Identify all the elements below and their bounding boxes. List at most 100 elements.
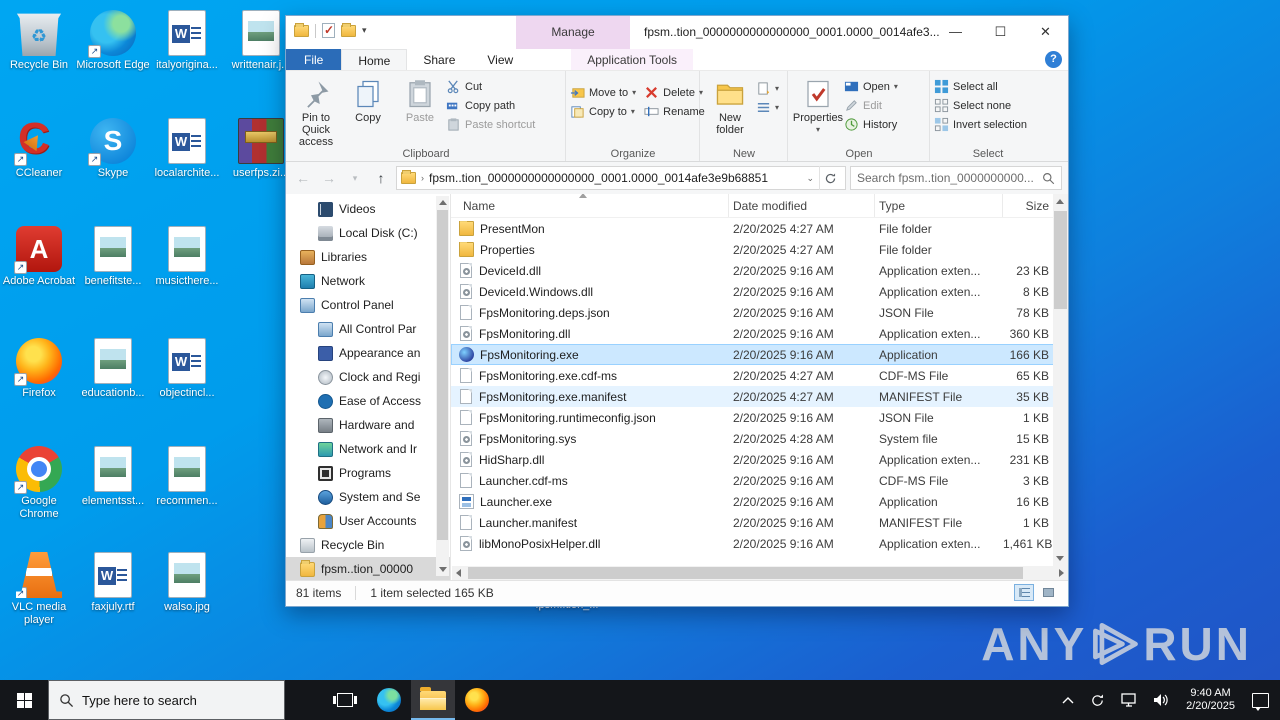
sidebar-item-clock-and-regi[interactable]: Clock and Regi (286, 365, 450, 389)
file-row-hidsharp-dll[interactable]: HidSharp.dll 2/20/2025 9:16 AM Application… (451, 449, 1068, 470)
paste-shortcut-button[interactable]: Paste shortcut (446, 117, 535, 132)
invert-selection-button[interactable]: Invert selection (934, 117, 1027, 132)
column-type[interactable]: Type (875, 194, 1003, 217)
pin-to-quick-access-button[interactable]: Pin to Quick access (290, 75, 342, 148)
file-row-fpsmonitoring-deps-json[interactable]: FpsMonitoring.deps.json 2/20/2025 9:16 AM… (451, 302, 1068, 323)
desktop-icon-elementsst[interactable]: elementsst... (76, 446, 150, 508)
desktop-icon-adobe-acrobat[interactable]: ↗Adobe Acrobat (2, 226, 76, 288)
search-box[interactable]: Search fpsm..tion_0000000000... (850, 166, 1062, 190)
desktop-icon-faxjuly-rtf[interactable]: faxjuly.rtf (76, 552, 150, 614)
move-to-button[interactable]: Move to ▾ (570, 85, 636, 100)
desktop-icon-recycle-bin[interactable]: Recycle Bin (2, 10, 76, 72)
hidden-icons-chevron-icon[interactable] (1055, 680, 1081, 720)
back-icon[interactable]: ← (292, 170, 314, 186)
large-icons-view-button[interactable] (1038, 584, 1058, 601)
taskbar-clock[interactable]: 9:40 AM 2/20/2025 (1178, 687, 1243, 713)
customize-qat-chevron-icon[interactable]: ▾ (362, 25, 367, 36)
desktop-icon-italyorigina[interactable]: italyorigina... (150, 10, 224, 72)
desktop-icon-objectincl[interactable]: objectincl... (150, 338, 224, 400)
desktop-icon-benefitste[interactable]: benefitste... (76, 226, 150, 288)
tab-application-tools[interactable]: Application Tools (571, 49, 694, 70)
file-row-fpsmonitoring-sys[interactable]: FpsMonitoring.sys 2/20/2025 4:28 AM System… (451, 428, 1068, 449)
desktop-icon-localarchite[interactable]: localarchite... (150, 118, 224, 180)
volume-tray-icon[interactable] (1146, 680, 1176, 720)
forward-icon[interactable]: → (318, 170, 340, 186)
horizontal-scrollbar[interactable] (452, 566, 1068, 580)
sidebar-item-libraries[interactable]: Libraries (286, 245, 450, 269)
taskbar-search-input[interactable]: Type here to search (48, 680, 285, 720)
sync-tray-icon[interactable] (1083, 680, 1112, 720)
rename-button[interactable]: Rename (644, 104, 705, 119)
manage-contextual-header[interactable]: Manage (516, 16, 630, 49)
desktop-icon-google-chrome[interactable]: ↗ Google Chrome (2, 446, 76, 521)
easy-access-button[interactable]: ▾ (756, 100, 779, 115)
file-row-deviceid-windows-dll[interactable]: DeviceId.Windows.dll 2/20/2025 9:16 AM App… (451, 281, 1068, 302)
file-row-deviceid-dll[interactable]: DeviceId.dll 2/20/2025 9:16 AM Application… (451, 260, 1068, 281)
file-row-fpsmonitoring-exe-cdf-ms[interactable]: FpsMonitoring.exe.cdf-ms 2/20/2025 4:27 A… (451, 365, 1068, 386)
close-button[interactable]: ✕ (1023, 16, 1068, 48)
tab-view[interactable]: View (471, 49, 529, 70)
sidebar-item-control-panel[interactable]: Control Panel (286, 293, 450, 317)
up-icon[interactable]: ↑ (370, 170, 392, 186)
properties-qat-icon[interactable] (322, 23, 335, 38)
file-row-libmonoposixhelper-dll[interactable]: libMonoPosixHelper.dll 2/20/2025 9:16 AM A… (451, 533, 1068, 554)
open-button[interactable]: Open ▾ (844, 79, 898, 94)
file-row-launcher-exe[interactable]: Launcher.exe 2/20/2025 9:16 AM Application… (451, 491, 1068, 512)
sidebar-item-all-control-par[interactable]: All Control Par (286, 317, 450, 341)
file-row-launcher-manifest[interactable]: Launcher.manifest 2/20/2025 9:16 AM MANIFE… (451, 512, 1068, 533)
copy-button[interactable]: Copy (342, 75, 394, 124)
select-all-button[interactable]: Select all (934, 79, 1027, 94)
desktop-icon-firefox[interactable]: ↗ Firefox (2, 338, 76, 400)
sidebar-item-network[interactable]: Network (286, 269, 450, 293)
sidebar-item-appearance-an[interactable]: Appearance an (286, 341, 450, 365)
column-size[interactable]: Size (1003, 194, 1053, 217)
tab-home[interactable]: Home (341, 49, 408, 70)
minimize-button[interactable]: — (933, 16, 978, 48)
desktop-icon-vlc-media-player[interactable]: ↗ VLC media player (2, 552, 76, 627)
address-dropdown-chevron-icon[interactable]: ⌄ (806, 173, 814, 184)
taskbar-edge-button[interactable] (367, 680, 411, 720)
start-button[interactable] (0, 680, 48, 720)
column-date-modified[interactable]: Date modified (729, 194, 875, 217)
address-box[interactable]: › fpsm..tion_0000000000000000_0001.0000_… (396, 166, 846, 190)
column-name[interactable]: Name (459, 194, 729, 217)
taskbar-file-explorer-button[interactable] (411, 680, 455, 720)
sort-ascending-icon[interactable] (579, 194, 587, 198)
file-row-presentmon[interactable]: PresentMon 2/20/2025 4:27 AM File folder (451, 218, 1068, 239)
maximize-button[interactable]: ☐ (978, 16, 1023, 48)
paste-button[interactable]: Paste (394, 75, 446, 124)
sidebar-item-programs[interactable]: Programs (286, 461, 450, 485)
cut-button[interactable]: Cut (446, 79, 535, 94)
file-row-fpsmonitoring-dll[interactable]: FpsMonitoring.dll 2/20/2025 9:16 AM Applic… (451, 323, 1068, 344)
recent-locations-chevron-icon[interactable]: ▾ (344, 173, 366, 184)
file-row-fpsmonitoring-exe[interactable]: FpsMonitoring.exe 2/20/2025 9:16 AM Applic… (451, 344, 1068, 365)
file-row-properties[interactable]: Properties 2/20/2025 4:27 AM File folder (451, 239, 1068, 260)
select-none-button[interactable]: Select none (934, 98, 1027, 113)
sidebar-item-recycle-bin[interactable]: Recycle Bin (286, 533, 450, 557)
desktop-icon-musicthere[interactable]: musicthere... (150, 226, 224, 288)
task-view-button[interactable] (323, 680, 367, 720)
delete-button[interactable]: Delete ▾ (644, 85, 705, 100)
breadcrumb-path[interactable]: fpsm..tion_0000000000000000_0001.0000_00… (429, 171, 801, 185)
sidebar-scrollbar[interactable] (436, 196, 449, 576)
history-button[interactable]: History (844, 117, 898, 132)
sidebar-item-network-and-ir[interactable]: Network and Ir (286, 437, 450, 461)
vertical-scrollbar[interactable] (1053, 194, 1068, 566)
sidebar-item-user-accounts[interactable]: User Accounts (286, 509, 450, 533)
properties-button[interactable]: Properties ▾ (792, 75, 844, 136)
network-tray-icon[interactable] (1114, 680, 1144, 720)
refresh-icon[interactable] (819, 166, 841, 190)
sidebar-item-hardware-and[interactable]: Hardware and (286, 413, 450, 437)
desktop-icon-microsoft-edge[interactable]: ↗ Microsoft Edge (76, 10, 150, 72)
desktop-icon-skype[interactable]: ↗Skype (76, 118, 150, 180)
file-row-launcher-cdf-ms[interactable]: Launcher.cdf-ms 2/20/2025 9:16 AM CDF-MS F… (451, 470, 1068, 491)
desktop-icon-educationb[interactable]: educationb... (76, 338, 150, 400)
tab-share[interactable]: Share (407, 49, 471, 70)
file-row-fpsmonitoring-runtimeconfig-json[interactable]: FpsMonitoring.runtimeconfig.json 2/20/202… (451, 407, 1068, 428)
action-center-icon[interactable] (1245, 680, 1276, 720)
taskbar-firefox-button[interactable] (455, 680, 499, 720)
edit-button[interactable]: Edit (844, 98, 898, 113)
desktop-icon-ccleaner[interactable]: ↗CCleaner (2, 114, 76, 180)
sidebar-item-local-disk-c[interactable]: Local Disk (C:) (286, 221, 450, 245)
desktop-icon-walso-jpg[interactable]: walso.jpg (150, 552, 224, 614)
